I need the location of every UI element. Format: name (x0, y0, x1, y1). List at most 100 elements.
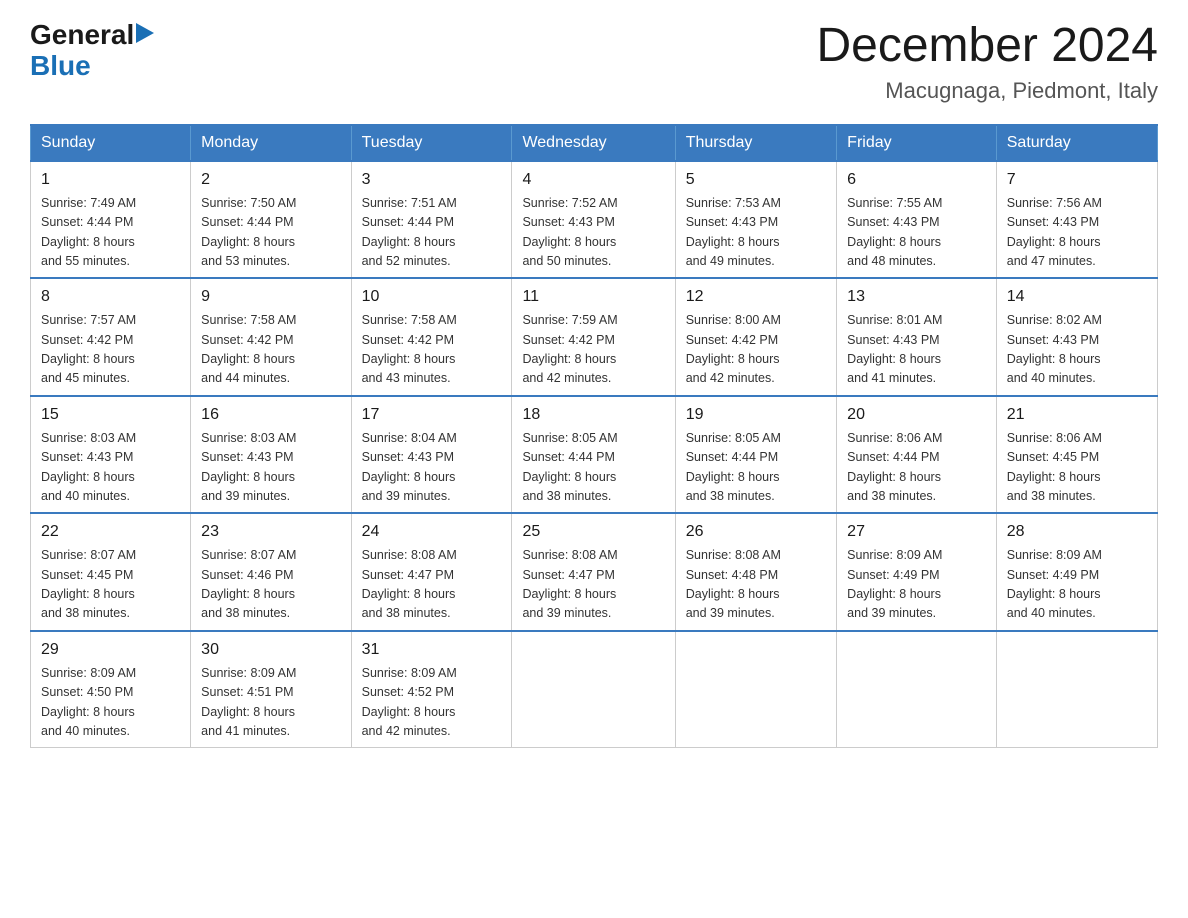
title-block: December 2024 Macugnaga, Piedmont, Italy (816, 20, 1158, 104)
calendar-cell: 4 Sunrise: 7:52 AMSunset: 4:43 PMDayligh… (512, 161, 675, 279)
calendar-cell: 30 Sunrise: 8:09 AMSunset: 4:51 PMDaylig… (191, 631, 351, 748)
logo: General Blue (30, 20, 154, 82)
day-info: Sunrise: 7:52 AMSunset: 4:43 PMDaylight:… (522, 194, 664, 272)
calendar-cell: 2 Sunrise: 7:50 AMSunset: 4:44 PMDayligh… (191, 161, 351, 279)
day-info: Sunrise: 7:56 AMSunset: 4:43 PMDaylight:… (1007, 194, 1147, 272)
calendar-cell: 19 Sunrise: 8:05 AMSunset: 4:44 PMDaylig… (675, 396, 836, 514)
day-info: Sunrise: 7:57 AMSunset: 4:42 PMDaylight:… (41, 311, 180, 389)
day-info: Sunrise: 8:08 AMSunset: 4:47 PMDaylight:… (362, 546, 502, 624)
header-monday: Monday (191, 125, 351, 161)
day-info: Sunrise: 7:49 AMSunset: 4:44 PMDaylight:… (41, 194, 180, 272)
calendar-cell: 3 Sunrise: 7:51 AMSunset: 4:44 PMDayligh… (351, 161, 512, 279)
header-friday: Friday (837, 125, 997, 161)
day-number: 6 (847, 168, 986, 192)
day-number: 2 (201, 168, 340, 192)
calendar-cell: 8 Sunrise: 7:57 AMSunset: 4:42 PMDayligh… (31, 278, 191, 396)
calendar-cell: 23 Sunrise: 8:07 AMSunset: 4:46 PMDaylig… (191, 513, 351, 631)
day-number: 5 (686, 168, 826, 192)
calendar-cell: 12 Sunrise: 8:00 AMSunset: 4:42 PMDaylig… (675, 278, 836, 396)
calendar-cell: 5 Sunrise: 7:53 AMSunset: 4:43 PMDayligh… (675, 161, 836, 279)
day-info: Sunrise: 7:53 AMSunset: 4:43 PMDaylight:… (686, 194, 826, 272)
day-number: 30 (201, 638, 340, 662)
calendar-cell (675, 631, 836, 748)
calendar-cell: 7 Sunrise: 7:56 AMSunset: 4:43 PMDayligh… (996, 161, 1157, 279)
day-info: Sunrise: 8:02 AMSunset: 4:43 PMDaylight:… (1007, 311, 1147, 389)
header-saturday: Saturday (996, 125, 1157, 161)
calendar-cell: 26 Sunrise: 8:08 AMSunset: 4:48 PMDaylig… (675, 513, 836, 631)
calendar-cell: 24 Sunrise: 8:08 AMSunset: 4:47 PMDaylig… (351, 513, 512, 631)
day-number: 13 (847, 285, 986, 309)
logo-arrow-icon (136, 23, 154, 43)
day-info: Sunrise: 8:07 AMSunset: 4:46 PMDaylight:… (201, 546, 340, 624)
calendar-cell: 29 Sunrise: 8:09 AMSunset: 4:50 PMDaylig… (31, 631, 191, 748)
month-title: December 2024 (816, 20, 1158, 73)
calendar-header-row: Sunday Monday Tuesday Wednesday Thursday… (31, 125, 1158, 161)
day-info: Sunrise: 7:51 AMSunset: 4:44 PMDaylight:… (362, 194, 502, 272)
day-number: 27 (847, 520, 986, 544)
day-info: Sunrise: 8:09 AMSunset: 4:51 PMDaylight:… (201, 664, 340, 742)
day-number: 8 (41, 285, 180, 309)
calendar-week-4: 22 Sunrise: 8:07 AMSunset: 4:45 PMDaylig… (31, 513, 1158, 631)
day-number: 10 (362, 285, 502, 309)
calendar-cell: 17 Sunrise: 8:04 AMSunset: 4:43 PMDaylig… (351, 396, 512, 514)
calendar-cell (996, 631, 1157, 748)
day-number: 4 (522, 168, 664, 192)
calendar-cell: 18 Sunrise: 8:05 AMSunset: 4:44 PMDaylig… (512, 396, 675, 514)
day-info: Sunrise: 8:01 AMSunset: 4:43 PMDaylight:… (847, 311, 986, 389)
calendar-week-2: 8 Sunrise: 7:57 AMSunset: 4:42 PMDayligh… (31, 278, 1158, 396)
day-info: Sunrise: 7:58 AMSunset: 4:42 PMDaylight:… (362, 311, 502, 389)
day-info: Sunrise: 8:07 AMSunset: 4:45 PMDaylight:… (41, 546, 180, 624)
day-number: 21 (1007, 403, 1147, 427)
day-number: 17 (362, 403, 502, 427)
day-number: 24 (362, 520, 502, 544)
calendar-cell: 20 Sunrise: 8:06 AMSunset: 4:44 PMDaylig… (837, 396, 997, 514)
calendar-cell: 21 Sunrise: 8:06 AMSunset: 4:45 PMDaylig… (996, 396, 1157, 514)
day-number: 25 (522, 520, 664, 544)
calendar-week-5: 29 Sunrise: 8:09 AMSunset: 4:50 PMDaylig… (31, 631, 1158, 748)
day-info: Sunrise: 8:09 AMSunset: 4:52 PMDaylight:… (362, 664, 502, 742)
calendar-cell: 11 Sunrise: 7:59 AMSunset: 4:42 PMDaylig… (512, 278, 675, 396)
logo-general-text: General (30, 20, 134, 51)
calendar-cell: 15 Sunrise: 8:03 AMSunset: 4:43 PMDaylig… (31, 396, 191, 514)
day-number: 14 (1007, 285, 1147, 309)
calendar-cell: 1 Sunrise: 7:49 AMSunset: 4:44 PMDayligh… (31, 161, 191, 279)
calendar-cell: 27 Sunrise: 8:09 AMSunset: 4:49 PMDaylig… (837, 513, 997, 631)
calendar-week-1: 1 Sunrise: 7:49 AMSunset: 4:44 PMDayligh… (31, 161, 1158, 279)
day-info: Sunrise: 8:09 AMSunset: 4:49 PMDaylight:… (1007, 546, 1147, 624)
day-number: 22 (41, 520, 180, 544)
calendar-table: Sunday Monday Tuesday Wednesday Thursday… (30, 124, 1158, 749)
logo-blue-text: Blue (30, 50, 91, 81)
location: Macugnaga, Piedmont, Italy (816, 78, 1158, 104)
day-info: Sunrise: 8:03 AMSunset: 4:43 PMDaylight:… (41, 429, 180, 507)
day-number: 28 (1007, 520, 1147, 544)
header-tuesday: Tuesday (351, 125, 512, 161)
day-number: 11 (522, 285, 664, 309)
day-info: Sunrise: 8:06 AMSunset: 4:44 PMDaylight:… (847, 429, 986, 507)
calendar-cell: 10 Sunrise: 7:58 AMSunset: 4:42 PMDaylig… (351, 278, 512, 396)
calendar-cell (512, 631, 675, 748)
day-number: 23 (201, 520, 340, 544)
day-info: Sunrise: 8:05 AMSunset: 4:44 PMDaylight:… (522, 429, 664, 507)
calendar-cell: 13 Sunrise: 8:01 AMSunset: 4:43 PMDaylig… (837, 278, 997, 396)
day-info: Sunrise: 8:03 AMSunset: 4:43 PMDaylight:… (201, 429, 340, 507)
day-info: Sunrise: 8:06 AMSunset: 4:45 PMDaylight:… (1007, 429, 1147, 507)
day-info: Sunrise: 8:05 AMSunset: 4:44 PMDaylight:… (686, 429, 826, 507)
page-header: General Blue December 2024 Macugnaga, Pi… (30, 20, 1158, 104)
day-number: 31 (362, 638, 502, 662)
day-number: 26 (686, 520, 826, 544)
day-info: Sunrise: 7:59 AMSunset: 4:42 PMDaylight:… (522, 311, 664, 389)
day-info: Sunrise: 8:04 AMSunset: 4:43 PMDaylight:… (362, 429, 502, 507)
calendar-cell: 25 Sunrise: 8:08 AMSunset: 4:47 PMDaylig… (512, 513, 675, 631)
day-info: Sunrise: 7:55 AMSunset: 4:43 PMDaylight:… (847, 194, 986, 272)
calendar-cell: 9 Sunrise: 7:58 AMSunset: 4:42 PMDayligh… (191, 278, 351, 396)
day-number: 18 (522, 403, 664, 427)
header-thursday: Thursday (675, 125, 836, 161)
calendar-cell: 14 Sunrise: 8:02 AMSunset: 4:43 PMDaylig… (996, 278, 1157, 396)
calendar-cell (837, 631, 997, 748)
day-info: Sunrise: 8:08 AMSunset: 4:48 PMDaylight:… (686, 546, 826, 624)
calendar-cell: 31 Sunrise: 8:09 AMSunset: 4:52 PMDaylig… (351, 631, 512, 748)
day-number: 7 (1007, 168, 1147, 192)
calendar-cell: 16 Sunrise: 8:03 AMSunset: 4:43 PMDaylig… (191, 396, 351, 514)
day-number: 1 (41, 168, 180, 192)
day-info: Sunrise: 8:00 AMSunset: 4:42 PMDaylight:… (686, 311, 826, 389)
